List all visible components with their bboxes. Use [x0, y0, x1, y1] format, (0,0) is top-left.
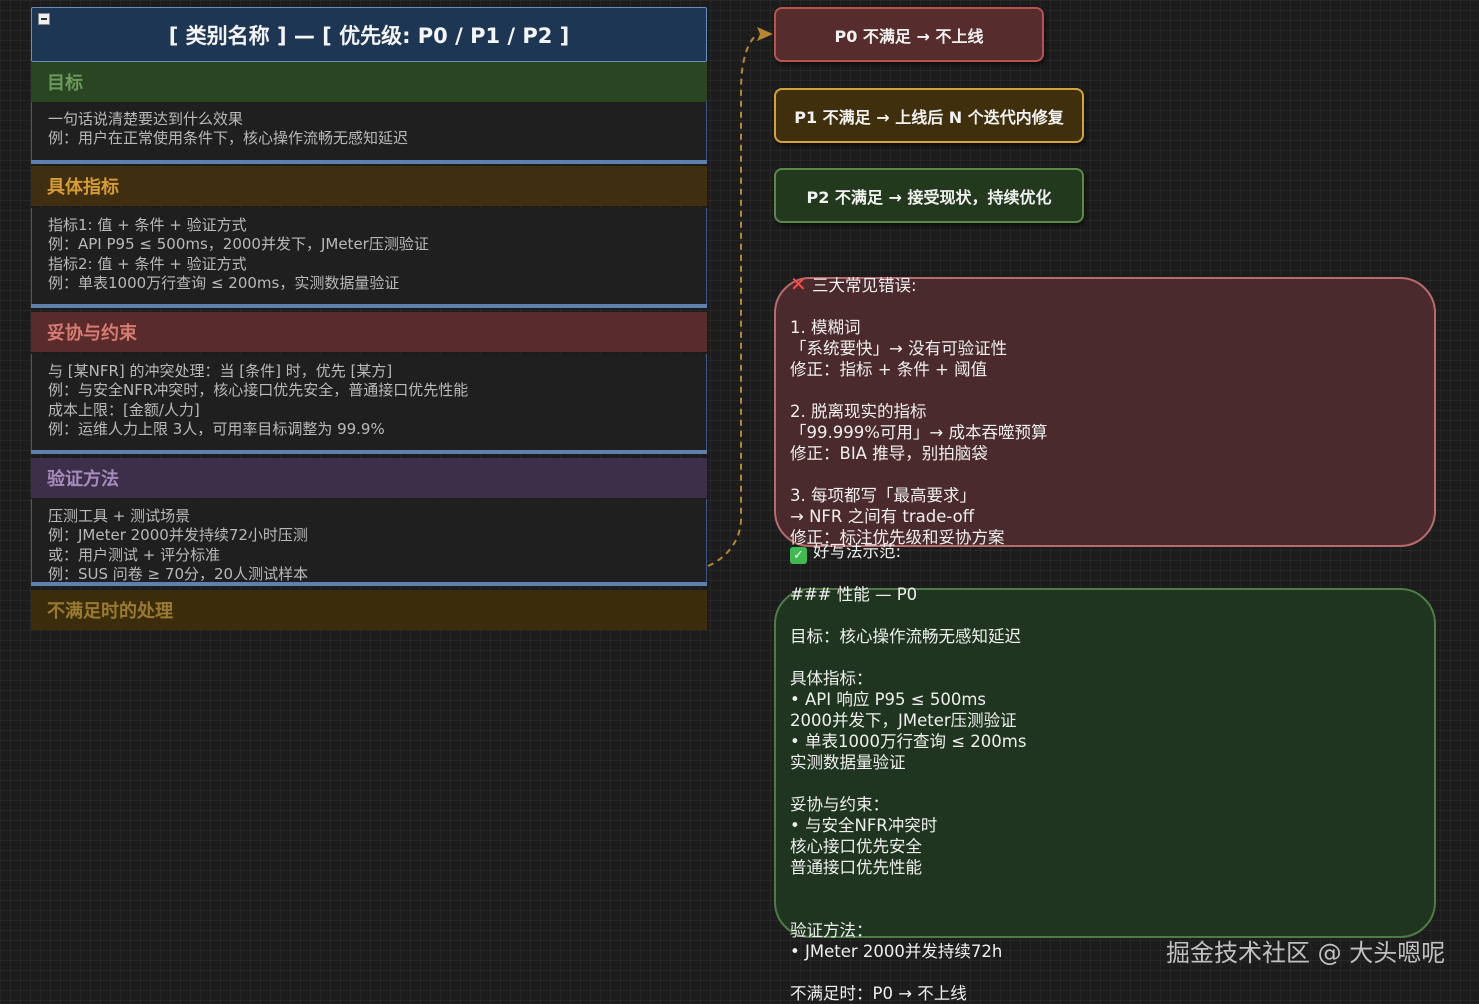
nfr-template-card[interactable]: [ 类别名称 ] — [ 优先级: P0 / P1 / P2 ] 目标 一句话说…: [31, 7, 707, 630]
example-line: [790, 962, 1026, 983]
example-line: [790, 647, 1026, 668]
error-line: 「99.999%可用」→ 成本吞噬预算: [790, 423, 1048, 442]
example-line: 具体指标：: [790, 669, 873, 688]
connector-dashed-arrow: [707, 33, 759, 567]
section-body-verify: 压测工具 + 测试场景 例：JMeter 2000并发持续72小时压测 或：用户…: [31, 499, 707, 582]
section-header-verify[interactable]: 验证方法: [31, 458, 707, 498]
check-icon: ✓: [790, 547, 807, 564]
section-line: 例：单表1000万行查询 ≤ 200ms，实测数据量验证: [48, 273, 400, 292]
section-line: 成本上限：[金额/人力]: [48, 400, 200, 419]
section-line: 与 [某NFR] 的冲突处理：当 [条件] 时，优先 [某方]: [48, 362, 393, 380]
example-line: 验证方法：: [790, 921, 873, 940]
section-divider: [31, 160, 707, 164]
common-errors-title-row: ✕ 三大常见错误:: [790, 274, 917, 296]
section-header-label: 妥协与约束: [47, 323, 137, 344]
example-line: 妥协与约束：: [790, 795, 889, 814]
example-line: 普通接口优先性能: [790, 858, 922, 877]
section-header-tradeoff[interactable]: 妥协与约束: [31, 312, 707, 352]
section-divider: [31, 304, 707, 308]
priority-label-p0: P0 不满足 → 不上线: [834, 26, 984, 46]
priority-box-p1[interactable]: P1 不满足 → 上线后 N 个迭代内修复: [774, 88, 1084, 143]
section-line: 或：用户测试 + 评分标准: [48, 545, 221, 564]
example-line: 2000并发下，JMeter压测验证: [790, 711, 1017, 730]
example-line: [790, 605, 1026, 626]
example-line: [790, 899, 1026, 920]
section-header-unmet[interactable]: 不满足时的处理: [31, 590, 707, 630]
error-line: 3. 每项都写「最高要求」: [790, 486, 976, 505]
example-line: 核心接口优先安全: [790, 837, 922, 856]
section-line: 例：API P95 ≤ 500ms，2000并发下，JMeter压测验证: [48, 235, 429, 254]
good-example-title: 好写法示范:: [813, 542, 902, 561]
section-divider: [31, 582, 707, 586]
section-line: 例：SUS 问卷 ≥ 70分，20人测试样本: [48, 564, 309, 582]
priority-label-p1: P1 不满足 → 上线后 N 个迭代内修复: [794, 107, 1064, 127]
connector-arrowhead: [757, 27, 773, 41]
example-line: [790, 773, 1026, 794]
example-line: 目标：核心操作流畅无感知延迟: [790, 627, 1021, 646]
section-line: 例：用户在正常使用条件下，核心操作流畅无感知延迟: [48, 129, 409, 148]
section-header-label: 具体指标: [47, 177, 119, 198]
error-line: 修正：指标 + 条件 + 阈值: [790, 360, 988, 379]
good-example-title-row: ✓ 好写法示范:: [790, 541, 901, 564]
error-line: [790, 380, 1047, 401]
section-line: 例：JMeter 2000并发持续72小时压测: [48, 526, 308, 545]
error-line: [790, 464, 1047, 485]
common-errors-text: 1. 模糊词 「系统要快」→ 没有可验证性 修正：指标 + 条件 + 阈值 2.…: [790, 317, 1047, 548]
example-line: • API 响应 P95 ≤ 500ms: [790, 690, 986, 709]
section-header-metrics[interactable]: 具体指标: [31, 166, 707, 206]
section-body-metrics: 指标1: 值 + 条件 + 验证方式 例：API P95 ≤ 500ms，200…: [31, 208, 707, 304]
section-body-goal: 一句话说清楚要达到什么效果 例：用户在正常使用条件下，核心操作流畅无感知延迟: [31, 102, 707, 160]
example-line: • JMeter 2000并发持续72h: [790, 942, 1003, 961]
error-line: → NFR 之间有 trade-off: [790, 507, 975, 526]
example-line: • 单表1000万行查询 ≤ 200ms: [790, 732, 1027, 751]
section-line: 指标2: 值 + 条件 + 验证方式: [48, 254, 247, 273]
error-line: 2. 脱离现实的指标: [790, 402, 927, 421]
section-divider: [31, 450, 707, 454]
example-line: [790, 878, 1026, 899]
watermark: 掘金技术社区 @ 大头嗯呢: [1166, 939, 1446, 967]
section-header-label: 验证方法: [47, 469, 119, 490]
section-header-label: 目标: [47, 73, 83, 94]
good-example-text: ### 性能 — P0 目标：核心操作流畅无感知延迟 具体指标： • API 响…: [790, 584, 1026, 1004]
section-header-goal[interactable]: 目标: [31, 62, 707, 102]
example-line: 实测数据量验证: [790, 753, 906, 772]
error-line: 「系统要快」→ 没有可验证性: [790, 339, 1008, 358]
section-line: 例：运维人力上限 3人，可用率目标调整为 99.9%: [48, 419, 385, 438]
common-errors-title: 三大常见错误:: [812, 276, 917, 295]
priority-label-p2: P2 不满足 → 接受现状，持续优化: [806, 187, 1052, 207]
section-body-tradeoff: 与 [某NFR] 的冲突处理：当 [条件] 时，优先 [某方] 例：与安全NFR…: [31, 354, 707, 450]
section-line: 一句话说清楚要达到什么效果: [48, 110, 244, 128]
priority-box-p2[interactable]: P2 不满足 → 接受现状，持续优化: [774, 168, 1084, 223]
priority-box-p0[interactable]: P0 不满足 → 不上线: [774, 7, 1044, 62]
error-line: 修正：BIA 推导，别拍脑袋: [790, 444, 988, 463]
section-line: 压测工具 + 测试场景: [48, 507, 191, 525]
example-line: • 与安全NFR冲突时: [790, 816, 938, 835]
section-header-label: 不满足时的处理: [47, 601, 173, 622]
example-line: ### 性能 — P0: [790, 585, 918, 604]
collapse-icon[interactable]: [38, 13, 50, 25]
error-line: 1. 模糊词: [790, 318, 861, 337]
example-line: 不满足时：P0 → 不上线: [790, 984, 967, 1003]
section-line: 例：与安全NFR冲突时，核心接口优先安全，普通接口优先性能: [48, 381, 469, 400]
card-title-bar[interactable]: [ 类别名称 ] — [ 优先级: P0 / P1 / P2 ]: [31, 7, 707, 62]
card-title: [ 类别名称 ] — [ 优先级: P0 / P1 / P2 ]: [168, 23, 570, 48]
cross-icon: ✕: [790, 272, 807, 296]
section-line: 指标1: 值 + 条件 + 验证方式: [48, 216, 247, 234]
